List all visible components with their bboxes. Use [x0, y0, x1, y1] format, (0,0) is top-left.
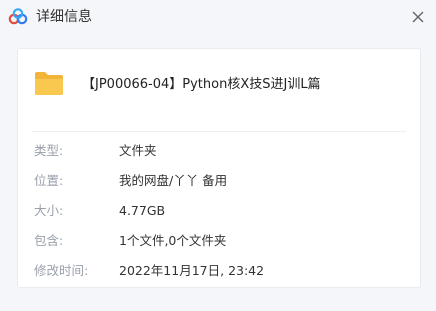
contains-label: 包含:	[34, 233, 64, 248]
location-label: 位置:	[34, 173, 64, 188]
details-window: 详细信息 【JP00066-04】Python核X技S进J训L篇 类型: 文件夹…	[0, 0, 436, 311]
divider	[32, 131, 406, 132]
file-name: 【JP00066-04】Python核X技S进J训L篇	[82, 77, 321, 92]
detail-row-contains: 包含: 1个文件,0个文件夹	[18, 231, 420, 261]
folder-icon	[35, 72, 63, 95]
size-value: 4.77GB	[119, 203, 166, 218]
detail-row-modified: 修改时间: 2022年11月17日, 23:42	[18, 261, 420, 291]
modified-label: 修改时间:	[34, 263, 89, 278]
type-label: 类型:	[34, 143, 64, 158]
size-label: 大小:	[34, 203, 64, 218]
contains-value: 1个文件,0个文件夹	[119, 233, 227, 248]
window-title: 详细信息	[36, 9, 92, 25]
detail-row-type: 类型: 文件夹	[18, 141, 420, 171]
detail-row-size: 大小: 4.77GB	[18, 201, 420, 231]
modified-value: 2022年11月17日, 23:42	[119, 263, 265, 278]
location-value[interactable]: 我的网盘/丫丫 备用	[119, 171, 227, 191]
title-bar: 详细信息	[0, 0, 436, 34]
close-icon[interactable]	[410, 9, 426, 25]
file-header: 【JP00066-04】Python核X技S进J训L篇	[18, 49, 420, 129]
details-list: 类型: 文件夹 位置: 我的网盘/丫丫 备用 大小: 4.77GB 包含: 1个…	[18, 141, 420, 291]
details-card: 【JP00066-04】Python核X技S进J训L篇 类型: 文件夹 位置: …	[17, 48, 421, 288]
detail-row-location: 位置: 我的网盘/丫丫 备用	[18, 171, 420, 201]
cloud-logo-icon	[8, 8, 28, 25]
type-value: 文件夹	[119, 143, 157, 158]
